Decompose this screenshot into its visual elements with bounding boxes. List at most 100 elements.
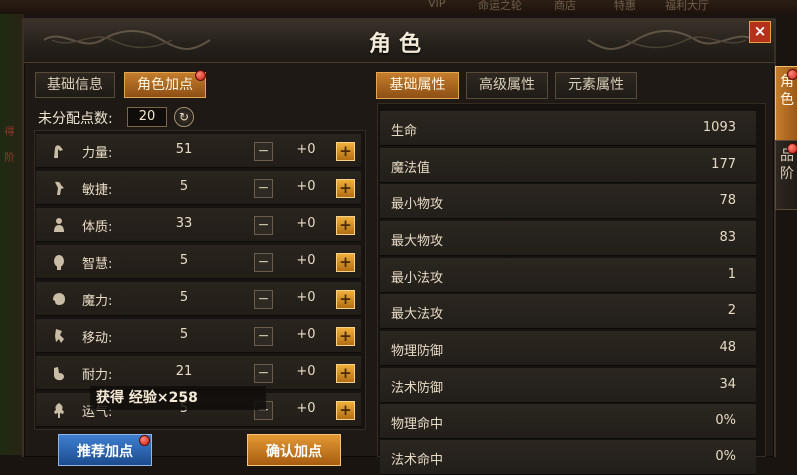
close-button[interactable]: ×	[749, 21, 771, 43]
alert-dot-icon	[195, 70, 206, 81]
stat-row-wisdom: 智慧: 5 − +0 +	[36, 245, 361, 279]
stamina-icon	[54, 367, 64, 381]
magic-icon	[53, 293, 65, 305]
stat-bonus: +0	[296, 364, 316, 379]
stat-bonus: +0	[296, 142, 316, 157]
top-menu-vip[interactable]: VIP	[428, 0, 445, 10]
stat-bonus: +0	[296, 401, 316, 416]
stat-value: 5	[179, 253, 189, 268]
stat-bonus: +0	[296, 253, 316, 268]
stat-bonus: +0	[296, 327, 316, 342]
attr-label: 物理防御	[391, 344, 444, 359]
top-menu-deal[interactable]: 特惠	[614, 0, 636, 13]
agility-icon	[55, 181, 64, 195]
top-menu-welfare[interactable]: 福利大厅	[665, 0, 709, 13]
tab-basic-attributes[interactable]: 基础属性	[376, 72, 459, 99]
attr-row: 最小物攻 78	[380, 184, 756, 219]
stat-label: 耐力:	[82, 368, 113, 383]
attr-row: 生命 1093	[380, 111, 756, 146]
plus-button[interactable]: +	[336, 290, 355, 309]
arm-icon	[54, 145, 63, 158]
stat-bonus: +0	[296, 216, 316, 231]
attr-value: 2	[727, 303, 736, 318]
unassigned-points-label: 未分配点数:	[38, 111, 113, 127]
plus-button[interactable]: +	[336, 364, 355, 383]
stat-row-agility: 敏捷: 5 − +0 +	[36, 171, 361, 205]
stat-value: 21	[175, 364, 193, 379]
stat-value: 5	[179, 290, 189, 305]
plus-button[interactable]: +	[336, 142, 355, 161]
attr-label: 最大法攻	[391, 307, 444, 322]
move-icon	[55, 329, 64, 343]
body-icon	[54, 218, 64, 232]
game-background-edge: 得 阶	[0, 14, 24, 455]
stat-row-magic: 魔力: 5 − +0 +	[36, 282, 361, 316]
minus-button[interactable]: −	[254, 216, 273, 235]
attr-label: 生命	[391, 124, 418, 139]
attr-value: 1	[727, 267, 736, 282]
minus-button[interactable]: −	[254, 327, 273, 346]
stat-row-stamina: 耐力: 21 − +0 +	[36, 356, 361, 390]
stat-bonus: +0	[296, 179, 316, 194]
alert-dot-icon	[787, 143, 797, 154]
luck-icon	[54, 403, 64, 418]
top-game-menu: VIP 命运之轮 商店 特惠 福利大厅	[0, 0, 797, 14]
wisdom-icon	[54, 255, 64, 270]
attr-row: 法术命中 0%	[380, 440, 756, 475]
stat-label: 体质:	[82, 220, 113, 235]
attr-label: 法术防御	[391, 381, 444, 396]
plus-button[interactable]: +	[336, 179, 355, 198]
stat-value: 5	[179, 179, 189, 194]
attr-value: 34	[719, 377, 736, 392]
attr-label: 魔法值	[391, 161, 431, 176]
recommend-points-button[interactable]: 推荐加点	[58, 434, 152, 466]
tab-advanced-attributes[interactable]: 高级属性	[466, 72, 548, 99]
stat-row-constitution: 体质: 33 − +0 +	[36, 208, 361, 242]
stat-label: 移动:	[82, 331, 113, 346]
window-title: 角色	[368, 32, 429, 57]
attr-value: 83	[719, 230, 736, 245]
minus-button[interactable]: −	[254, 364, 273, 383]
top-menu-shop[interactable]: 商店	[554, 0, 576, 13]
attr-label: 法术命中	[391, 453, 444, 468]
window-titlebar: 角色	[24, 20, 774, 63]
attr-row: 最大物攻 83	[380, 221, 756, 256]
edge-text-1: 得	[2, 126, 13, 136]
plus-button[interactable]: +	[336, 327, 355, 346]
stat-value: 33	[175, 216, 193, 231]
plus-button[interactable]: +	[336, 401, 355, 420]
tab-basic-info[interactable]: 基础信息	[35, 72, 115, 98]
attr-value: 78	[719, 193, 736, 208]
attr-row: 法术防御 34	[380, 368, 756, 403]
plus-button[interactable]: +	[336, 253, 355, 272]
refresh-icon[interactable]: ↻	[174, 107, 194, 127]
alert-dot-icon	[787, 69, 797, 80]
attr-value: 0%	[715, 449, 736, 464]
stat-bonus: +0	[296, 290, 316, 305]
minus-button[interactable]: −	[254, 179, 273, 198]
minus-button[interactable]: −	[254, 142, 273, 161]
plus-button[interactable]: +	[336, 216, 355, 235]
attr-value: 1093	[702, 120, 736, 135]
attr-label: 最小物攻	[391, 197, 444, 212]
stat-label: 智慧:	[82, 257, 113, 272]
minus-button[interactable]: −	[254, 253, 273, 272]
alert-dot-icon	[139, 435, 150, 446]
attr-value: 177	[711, 157, 736, 172]
attr-label: 物理命中	[391, 417, 444, 432]
attr-value: 0%	[715, 413, 736, 428]
tab-attribute-points[interactable]: 角色加点	[124, 72, 206, 98]
attr-row: 最小法攻 1	[380, 258, 756, 293]
stat-row-movement: 移动: 5 − +0 +	[36, 319, 361, 353]
tab-element-attributes[interactable]: 元素属性	[555, 72, 637, 99]
stat-label: 力量:	[82, 146, 113, 161]
attr-row: 物理防御 48	[380, 331, 756, 366]
attr-row: 最大法攻 2	[380, 294, 756, 329]
stat-row-strength: 力量: 51 − +0 +	[36, 134, 361, 168]
confirm-points-button[interactable]: 确认加点	[247, 434, 341, 466]
attr-label: 最小法攻	[391, 271, 444, 286]
attr-row: 物理命中 0%	[380, 404, 756, 439]
top-menu-wheel[interactable]: 命运之轮	[478, 0, 522, 13]
minus-button[interactable]: −	[254, 290, 273, 309]
stat-label: 魔力:	[82, 294, 113, 309]
